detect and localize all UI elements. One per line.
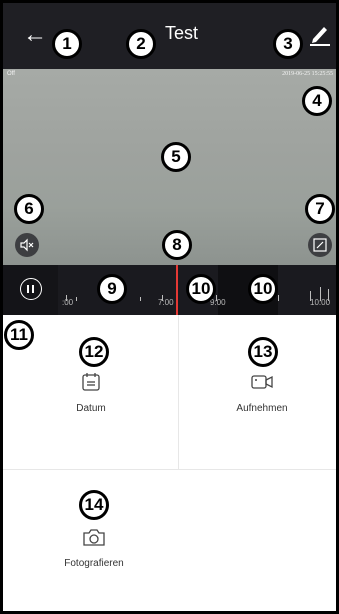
callout-marker: 7 [305,194,335,224]
timeline-cursor[interactable] [176,265,178,315]
back-arrow-icon[interactable]: ← [23,21,47,49]
timeline-label: 9:00 [210,298,226,307]
callout-marker: 10 [248,274,278,304]
record-label: Aufnehmen [236,403,288,414]
playback-timeline[interactable]: :00 7:00 9:00 10:00 [3,265,336,315]
photo-label: Fotografieren [64,558,124,569]
callout-marker: 8 [162,230,192,260]
fullscreen-icon[interactable] [308,233,332,257]
callout-marker: 12 [79,337,109,367]
timeline-tick [76,297,77,301]
timeline-label: 10:00 [310,298,331,307]
callout-marker: 5 [161,142,191,172]
grid-divider-horizontal [3,469,336,470]
callout-marker: 6 [14,194,44,224]
page-title: Test [165,23,199,43]
callout-marker: 14 [79,490,109,520]
grid-divider-vertical [178,315,179,469]
callout-marker: 13 [248,337,278,367]
video-status-text: Off [7,71,15,77]
callout-marker: 2 [126,29,156,59]
callout-marker: 11 [4,320,34,350]
pencil-icon[interactable] [309,21,331,47]
record-button[interactable]: Aufnehmen [217,371,307,414]
callout-marker: 9 [97,274,127,304]
speaker-muted-icon[interactable] [15,233,39,257]
video-timestamp: 2019-06-25 15:25:55 [282,71,333,77]
timeline-label: :00 [62,298,74,307]
callout-marker: 1 [52,29,82,59]
timeline-tick [278,295,279,301]
video-camera-icon [217,371,307,399]
date-button[interactable]: Datum [51,371,131,414]
calendar-icon [51,371,131,399]
timeline-tick [140,297,141,301]
timeline-label: 7:00 [158,298,174,307]
app-frame: ← Test Off 2019-06-25 15:25:55:00 7:00 … [0,0,339,614]
photo-button[interactable]: Fotografieren [51,526,137,569]
camera-icon [51,526,137,554]
date-label: Datum [76,403,106,414]
callout-marker: 10 [186,274,216,304]
pause-icon[interactable] [20,278,42,300]
callout-marker: 3 [273,29,303,59]
callout-marker: 4 [302,86,332,116]
